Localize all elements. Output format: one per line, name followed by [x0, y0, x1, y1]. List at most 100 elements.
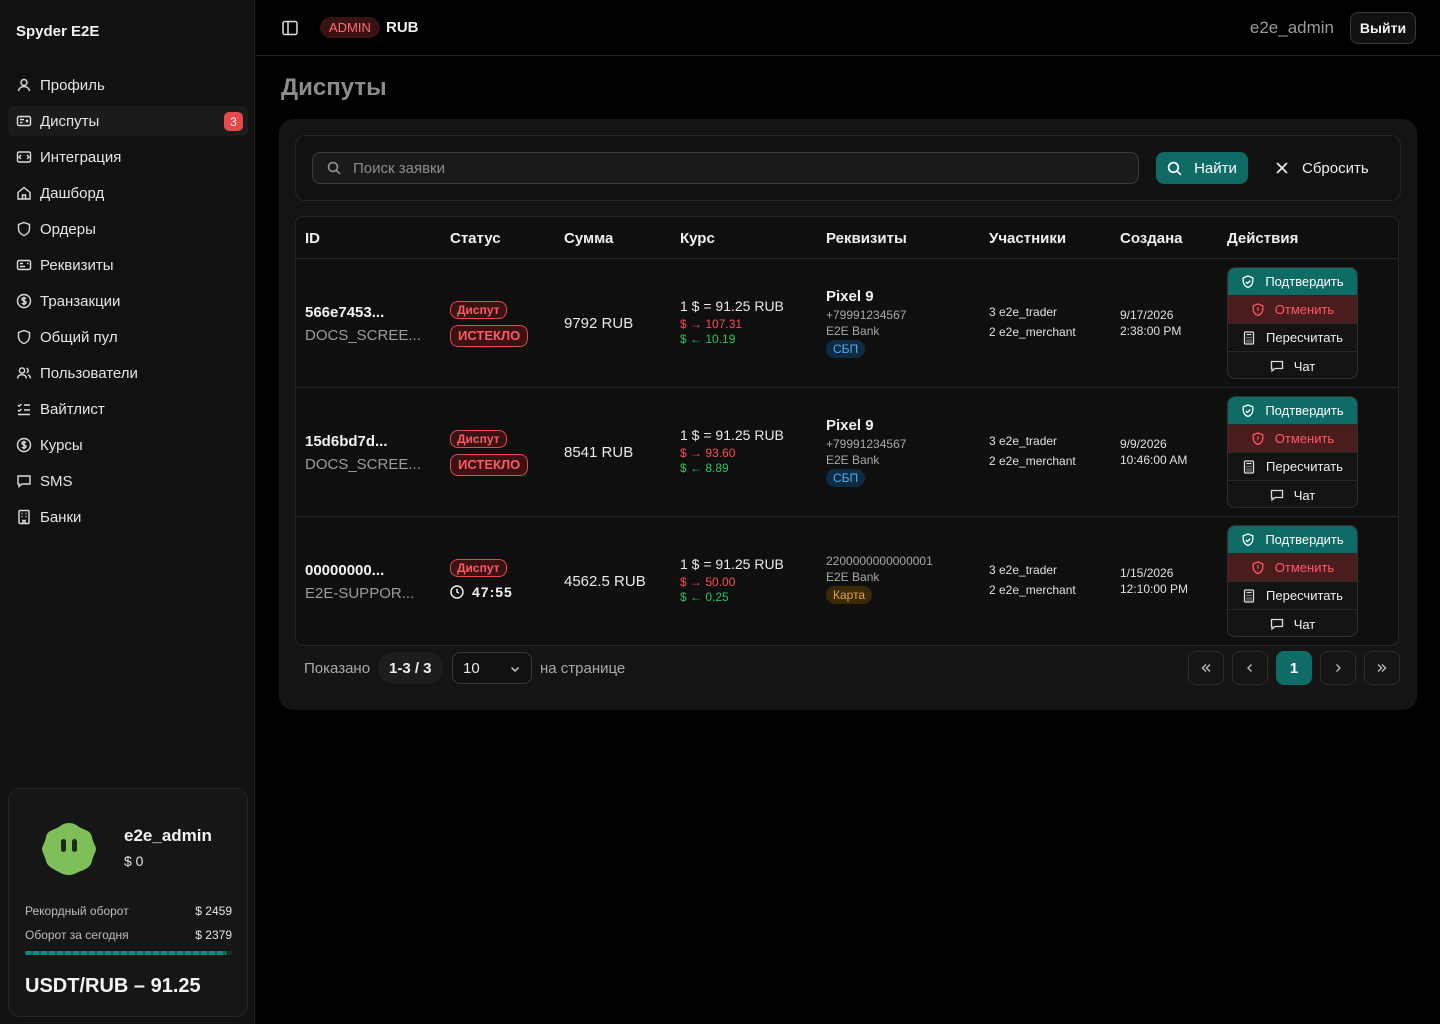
dispute-id[interactable]: 566e7453... [305, 304, 421, 321]
table-row[interactable]: 00000000... E2E-SUPPOR... Диспут 47:55 4… [296, 516, 1398, 645]
sidebar-item-label: Интеграция [40, 148, 122, 166]
column-header-status: Статус [450, 229, 501, 247]
created-date: 9/9/2026 [1120, 437, 1167, 451]
sidebar-item-label: Общий пул [40, 328, 118, 346]
chat-button[interactable]: Чат [1228, 610, 1357, 636]
sum-cell: 4562.5 RUB [564, 573, 646, 590]
chat-button[interactable]: Чат [1228, 481, 1357, 507]
prev-page-button[interactable] [1232, 651, 1268, 685]
sidebar-item-profile[interactable]: Профиль [8, 70, 248, 100]
sidebar-item-transactions[interactable]: Транзакции [8, 286, 248, 316]
countdown-timer: 47:55 [450, 584, 513, 600]
table-row[interactable]: 566e7453... DOCS_SCREE... Диспут ИСТЕКЛО… [296, 258, 1398, 387]
profile-name: e2e_admin [124, 826, 212, 845]
cancel-label: Отменить [1274, 302, 1335, 317]
cancel-button[interactable]: Отменить [1228, 425, 1357, 453]
chat-button[interactable]: Чат [1228, 352, 1357, 378]
sidebar-item-integration[interactable]: Интеграция [8, 142, 248, 172]
message-icon [17, 475, 31, 488]
profile-balance: $ 0 [124, 853, 144, 869]
page-title: Диспуты [281, 74, 387, 101]
sidebar-item-sms[interactable]: SMS [8, 466, 248, 496]
username: e2e_admin [1249, 18, 1334, 37]
sidebar-item-orders[interactable]: Ордеры [8, 214, 248, 244]
confirm-button[interactable]: Подтвердить [1228, 526, 1357, 554]
actions-group: Подтвердить Отменить Пересчитать Чат [1227, 525, 1358, 637]
confirm-button[interactable]: Подтвердить [1228, 268, 1357, 296]
sidebar-item-label: Курсы [40, 436, 83, 454]
recalculate-button[interactable]: Пересчитать [1228, 582, 1357, 610]
sidebar-item-requisites[interactable]: Реквизиты [8, 250, 248, 280]
sidebar: Spyder E2E Профиль Диспуты 3 Интеграция … [0, 0, 255, 1024]
reset-button[interactable]: Сбросить [1276, 152, 1369, 184]
sidebar-item-label: Реквизиты [40, 256, 114, 274]
sidebar-item-dashboard[interactable]: Дашборд [8, 178, 248, 208]
status-cell: Диспут 47:55 [450, 559, 513, 600]
table-row[interactable]: 15d6bd7d... DOCS_SCREE... Диспут ИСТЕКЛО… [296, 387, 1398, 516]
search-icon [327, 161, 341, 175]
per-page-label: на странице [540, 660, 626, 677]
sidebar-item-label: Дашборд [40, 184, 105, 202]
sidebar-toggle-icon[interactable] [281, 19, 299, 37]
per-page-select[interactable]: 10 [452, 652, 532, 684]
requisites-cell: Pixel 9 +79991234567 E2E Bank СБП [826, 417, 906, 487]
payment-method-badge: Карта [826, 586, 873, 604]
requisite-number: 2200000000000001 [826, 554, 933, 568]
created-time: 2:38:00 PM [1120, 324, 1182, 338]
sidebar-item-label: Пользователи [40, 364, 138, 382]
calculator-icon [1243, 588, 1255, 603]
search-placeholder: Поиск заявки [353, 159, 445, 177]
confirm-button[interactable]: Подтвердить [1228, 397, 1357, 425]
brand-title: Spyder E2E [16, 23, 100, 40]
requisites-cell: 2200000000000001 E2E Bank Карта [826, 554, 933, 604]
rate-value: 1 $ = 91.25 RUB [680, 298, 784, 314]
page-button-current[interactable]: 1 [1276, 651, 1312, 685]
shield-icon [17, 221, 31, 237]
record-turnover-value: $ 2459 [195, 904, 232, 918]
first-page-button[interactable] [1188, 651, 1224, 685]
requisite-bank: E2E Bank [826, 570, 880, 584]
dispute-id[interactable]: 00000000... [305, 562, 414, 579]
search-icon [1167, 161, 1182, 176]
sidebar-item-rates[interactable]: Курсы [8, 430, 248, 460]
recalculate-button[interactable]: Пересчитать [1228, 324, 1357, 352]
rate-cell: 1 $ = 91.25 RUB $ → 93.60 $ ← 8.89 [680, 427, 784, 475]
rate-in: $ ← 10.19 [680, 332, 736, 346]
created-date: 1/15/2026 [1120, 566, 1174, 580]
sidebar-item-users[interactable]: Пользователи [8, 358, 248, 388]
building-icon [18, 509, 30, 525]
trader-participant: 3 e2e_trader [989, 305, 1058, 319]
dispute-id[interactable]: 15d6bd7d... [305, 433, 421, 450]
sidebar-item-label: Ордеры [40, 220, 96, 238]
find-button[interactable]: Найти [1156, 152, 1248, 184]
logout-button[interactable]: Выйти [1350, 12, 1416, 44]
sidebar-item-disputes[interactable]: Диспуты 3 [8, 106, 248, 136]
merchant-participant: 2 e2e_merchant [989, 583, 1076, 597]
created-cell: 9/9/2026 10:46:00 AM [1120, 436, 1187, 468]
created-date: 9/17/2026 [1120, 308, 1174, 322]
chevron-right-icon [1336, 664, 1341, 672]
sidebar-item-banks[interactable]: Банки [8, 502, 248, 532]
chat-icon [1270, 489, 1283, 502]
requisite-name: Pixel 9 [826, 417, 874, 434]
participants-cell: 3 e2e_trader 2 e2e_merchant [989, 302, 1076, 342]
cancel-button[interactable]: Отменить [1228, 296, 1357, 324]
search-input[interactable]: Поиск заявки [312, 152, 1139, 184]
next-page-button[interactable] [1320, 651, 1356, 685]
payment-method-badge: СБП [826, 469, 866, 487]
recalculate-button[interactable]: Пересчитать [1228, 453, 1357, 481]
shield-check-icon [1242, 403, 1254, 417]
column-header-participants: Участники [989, 229, 1067, 247]
last-page-button[interactable] [1364, 651, 1400, 685]
chat-label: Чат [1293, 616, 1316, 632]
sidebar-item-whitelist[interactable]: Вайтлист [8, 394, 248, 424]
trader-participant: 3 e2e_trader [989, 434, 1058, 448]
sidebar-item-common-pool[interactable]: Общий пул [8, 322, 248, 352]
sidebar-item-label: Вайтлист [40, 400, 105, 418]
cancel-button[interactable]: Отменить [1228, 554, 1357, 582]
sidebar-item-label: Транзакции [40, 292, 121, 310]
column-header-rate: Курс [680, 229, 715, 247]
rate-value: 1 $ = 91.25 RUB [680, 556, 784, 572]
today-turnover: Оборот за сегодня $ 2379 [25, 928, 232, 942]
payment-method-badge: СБП [826, 340, 866, 358]
